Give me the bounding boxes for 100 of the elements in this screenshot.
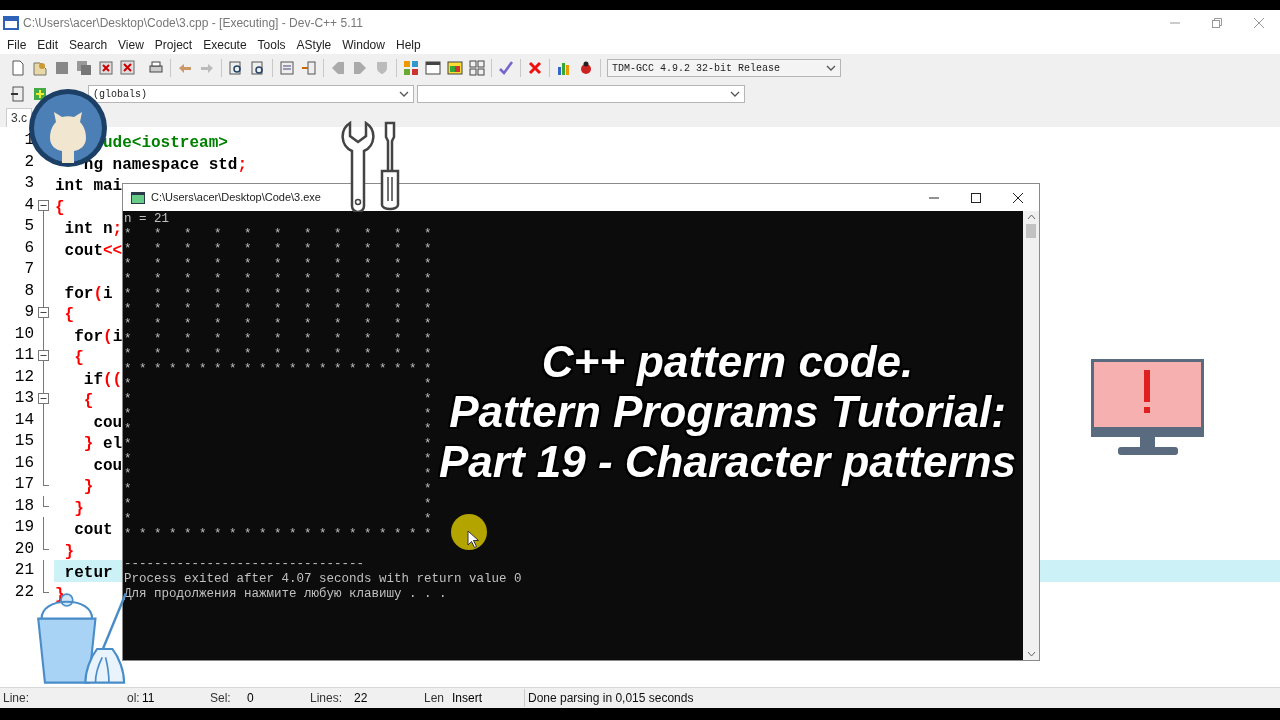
open-file-icon[interactable]	[32, 60, 48, 76]
line-number: 21	[13, 560, 34, 581]
code-line: cout	[73, 521, 113, 539]
scroll-down-icon[interactable]	[1026, 651, 1036, 657]
scroll-up-icon[interactable]	[1026, 214, 1036, 220]
console-icon	[131, 191, 145, 204]
monitor-warning-icon	[1090, 358, 1205, 456]
code-line: cout<<	[63, 241, 123, 260]
close-file-icon[interactable]	[98, 60, 114, 76]
menu-item[interactable]: Help	[390, 36, 426, 54]
bar-chart-icon[interactable]	[556, 60, 572, 76]
fold-toggle-icon[interactable]	[38, 393, 49, 404]
close-all-icon[interactable]	[120, 60, 136, 76]
window-title: C:\Users\acer\Desktop\Code\3.cpp - [Executing] - Dev-C++ 5.11	[23, 15, 363, 32]
code-line: }	[63, 542, 75, 561]
save-all-icon[interactable]	[76, 60, 92, 76]
console-output: n = 21 * * * * * * * * * * * * * * * * * * * * * * * * * * * * * * * * * * * * * * * * * * * * * * * * * * * * * * * * * * * * * * * * * * * * * * * * * * * * * * * * * * * * * * * * * * * * * * * * * * * * * * * * * * * * * * * * * * * * * * * * * * * * * * * * * * * * * * * * * * * * * * * * * * * * * * * * * * * * * * * * *	[124, 212, 432, 542]
line-number: 5	[23, 216, 34, 237]
code-line: retur	[63, 564, 113, 582]
dropdown-caret-icon	[399, 91, 409, 97]
line-number: 12	[13, 366, 34, 388]
menu-item[interactable]: Window	[337, 36, 390, 54]
file-tab[interactable]: 3.c	[6, 108, 32, 127]
code-line: int n;	[63, 220, 123, 238]
line-number: 3	[23, 173, 34, 194]
line-number: 19	[13, 517, 34, 538]
status-value: 0	[247, 691, 254, 705]
save-icon[interactable]	[54, 60, 70, 76]
code-line: {	[82, 392, 94, 410]
replace-icon[interactable]	[250, 60, 266, 76]
status-message: Done parsing in 0,015 seconds	[528, 691, 694, 705]
scroll-thumb[interactable]	[1026, 224, 1036, 238]
line-number: 2	[23, 151, 34, 173]
code-line: ude<iostream>	[102, 134, 228, 152]
line-number: 17	[13, 474, 34, 495]
status-label: Len	[424, 691, 445, 705]
caption-line: C++ pattern code.	[541, 337, 914, 387]
line-number: 4	[23, 194, 34, 216]
tiles-icon[interactable]	[403, 60, 419, 76]
line-number: 13	[13, 388, 34, 409]
app-icon	[3, 15, 19, 31]
status-label: Line:	[3, 691, 30, 705]
menu-item[interactable]: File	[2, 36, 32, 54]
palette-icon[interactable]	[447, 60, 463, 76]
close-icon[interactable]	[1012, 191, 1024, 204]
jump-icon[interactable]	[10, 86, 26, 102]
restore-icon[interactable]	[1212, 18, 1222, 28]
code-line: cou	[92, 413, 123, 432]
console-line: --------------------------------	[124, 557, 365, 572]
grid-icon[interactable]	[469, 60, 485, 76]
dropdown-caret-icon	[730, 91, 740, 97]
status-label: Lines:	[310, 691, 343, 705]
line-number: 16	[13, 452, 34, 474]
scrollbar[interactable]	[1023, 211, 1039, 660]
plus-icon[interactable]	[32, 86, 48, 102]
menu-item[interactable]: AStyle	[291, 36, 337, 54]
maximize-icon[interactable]	[971, 192, 981, 203]
menu-item[interactable]: Edit	[32, 36, 64, 54]
code-line: }	[73, 499, 84, 518]
window-icon[interactable]	[425, 60, 441, 76]
indent-icon[interactable]	[301, 60, 317, 76]
code-line: int mai	[55, 177, 123, 195]
code-line: cou	[92, 456, 123, 475]
fold-toggle-icon[interactable]	[38, 307, 49, 318]
find-icon[interactable]	[228, 60, 244, 76]
check-icon[interactable]	[498, 60, 514, 76]
new-file-icon[interactable]	[10, 60, 26, 76]
code-line: } el	[82, 435, 123, 453]
code-line: }	[55, 585, 65, 604]
status-label: ol:	[127, 691, 140, 705]
status-value: 11	[142, 691, 155, 705]
code-line: if((	[82, 370, 123, 389]
code-line: }	[82, 478, 94, 496]
code-line: {	[73, 349, 84, 367]
line-number: 7	[23, 259, 34, 280]
menu-item[interactable]: Execute	[198, 36, 252, 54]
code-line: {	[55, 198, 65, 217]
line-number: 9	[23, 302, 34, 323]
caption-line: Part 19 - Character patterns	[438, 437, 1017, 487]
line-number: 6	[23, 237, 34, 259]
bug-icon[interactable]	[578, 60, 594, 76]
compiler-select[interactable]: TDM-GCC 4.9.2 32-bit Release	[607, 59, 841, 77]
line-number: 10	[13, 323, 34, 345]
console-title: C:\Users\acer\Desktop\Code\3.exe	[151, 190, 321, 206]
line-number: 8	[23, 280, 34, 302]
fold-toggle-icon[interactable]	[38, 350, 49, 361]
console-line: Для продолжения нажмите любую клавишу . . .	[124, 587, 447, 602]
menu-item[interactable]: Project	[149, 36, 198, 54]
menu-item[interactable]: Search	[64, 36, 113, 54]
console-line: Process exited after 4.07 seconds with return value 0	[124, 572, 522, 587]
menu-item[interactable]: View	[113, 36, 149, 54]
scope-select[interactable]: (globals)	[88, 85, 414, 103]
caption-line: Pattern Programs Tutorial:	[449, 387, 1006, 437]
print-icon[interactable]	[148, 60, 164, 76]
cursor-highlight-drawing	[451, 514, 489, 552]
menu-item[interactable]: Tools	[252, 36, 291, 54]
line-number: 14	[13, 409, 34, 431]
fold-toggle-icon[interactable]	[38, 199, 49, 211]
code-line: for(i	[73, 327, 123, 346]
list-icon[interactable]	[279, 60, 295, 76]
